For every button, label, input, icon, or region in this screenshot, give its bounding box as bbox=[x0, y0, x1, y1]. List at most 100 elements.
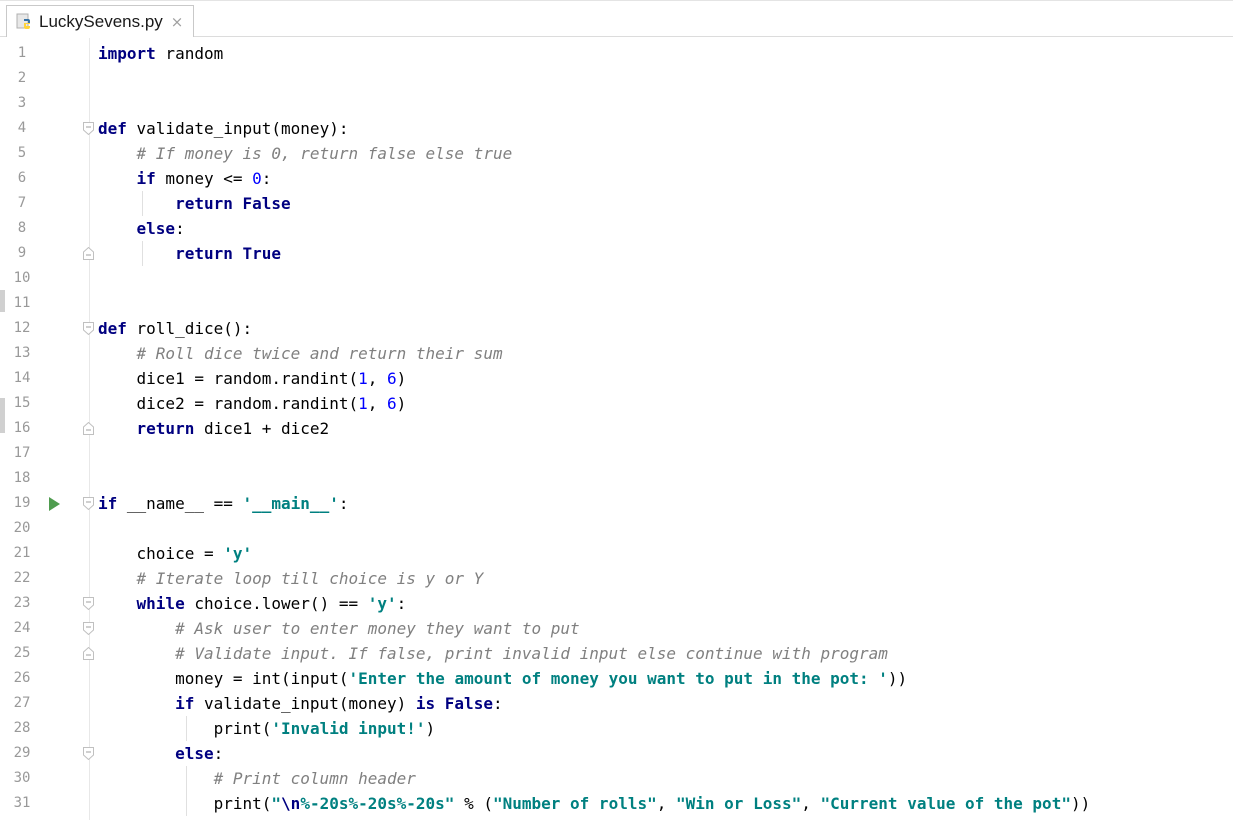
code-line[interactable]: 7 return False bbox=[0, 191, 1233, 216]
code-token: else bbox=[136, 219, 176, 238]
code-token: : bbox=[261, 169, 272, 188]
code-line[interactable]: 3 bbox=[0, 91, 1233, 116]
line-number: 1 bbox=[17, 45, 27, 61]
code-token: 0 bbox=[252, 169, 262, 188]
tab-label: LuckySevens.py bbox=[39, 11, 163, 31]
code-line[interactable]: 26 money = int(input('Enter the amount o… bbox=[0, 666, 1233, 691]
code-token: : bbox=[492, 694, 503, 713]
code-line[interactable]: 11 bbox=[0, 291, 1233, 316]
tab-luckysevens[interactable]: LuckySevens.py × bbox=[6, 5, 194, 37]
code-token: if bbox=[98, 494, 118, 513]
code-line[interactable]: 4 def validate_input(money): bbox=[0, 116, 1233, 141]
code-text: # Print column header bbox=[98, 766, 416, 791]
fold-open-icon[interactable] bbox=[83, 322, 94, 335]
code-token: 'y' bbox=[223, 544, 253, 563]
editor-tab-bar: LuckySevens.py × bbox=[0, 0, 1233, 37]
code-token: 'Enter the amount of money you want to p… bbox=[348, 669, 888, 688]
code-line[interactable]: 24 # Ask user to enter money they want t… bbox=[0, 616, 1233, 641]
code-line[interactable]: 23 while choice.lower() == 'y': bbox=[0, 591, 1233, 616]
code-token: ) bbox=[396, 394, 407, 413]
code-line[interactable]: 6 if money <= 0: bbox=[0, 166, 1233, 191]
code-line[interactable]: 16 return dice1 + dice2 bbox=[0, 416, 1233, 441]
code-token: ) bbox=[425, 719, 436, 738]
code-token: \n bbox=[281, 794, 301, 813]
code-line[interactable]: 8 else: bbox=[0, 216, 1233, 241]
indent-guide bbox=[185, 766, 187, 816]
indent-guide bbox=[185, 716, 187, 741]
fold-open-icon[interactable] bbox=[83, 747, 94, 760]
code-token: def bbox=[98, 319, 127, 338]
code-token: return bbox=[136, 419, 195, 438]
code-token: 6 bbox=[387, 369, 397, 388]
code-line[interactable]: 21 choice = 'y' bbox=[0, 541, 1233, 566]
code-text: return False bbox=[98, 191, 291, 216]
code-line[interactable]: 20 bbox=[0, 516, 1233, 541]
code-text: # Validate input. If false, print invali… bbox=[98, 641, 888, 666]
line-number: 27 bbox=[13, 695, 31, 711]
code-line[interactable]: 18 bbox=[0, 466, 1233, 491]
fold-open-icon[interactable] bbox=[83, 622, 94, 635]
line-number: 30 bbox=[13, 770, 31, 786]
code-token: print bbox=[213, 794, 262, 813]
code-token: 'y' bbox=[367, 594, 397, 613]
fold-end-icon[interactable] bbox=[83, 647, 94, 660]
code-editor[interactable]: 1 import random 2 3 4 def validate_input(mone… bbox=[0, 41, 1233, 816]
code-line[interactable]: 10 bbox=[0, 266, 1233, 291]
code-text: def validate_input(money): bbox=[98, 116, 348, 141]
code-line[interactable]: 27 if validate_input(money) is False: bbox=[0, 691, 1233, 716]
code-token: "Number of rolls" bbox=[492, 794, 657, 813]
line-number: 23 bbox=[13, 595, 31, 611]
code-text: if money <= 0: bbox=[98, 166, 272, 191]
line-number: 13 bbox=[13, 345, 31, 361]
code-token: choice = bbox=[98, 544, 224, 563]
code-token: , bbox=[367, 394, 387, 413]
code-line[interactable]: 2 bbox=[0, 66, 1233, 91]
fold-end-icon[interactable] bbox=[83, 247, 94, 260]
code-token: return False bbox=[175, 194, 291, 213]
code-line[interactable]: 5 # If money is 0, return false else tru… bbox=[0, 141, 1233, 166]
run-gutter-icon[interactable] bbox=[49, 497, 60, 511]
line-number: 7 bbox=[17, 195, 27, 211]
code-token: if bbox=[136, 169, 156, 188]
code-token: )) bbox=[1070, 794, 1091, 813]
code-line[interactable]: 15 dice2 = random.randint(1, 6) bbox=[0, 391, 1233, 416]
code-line[interactable]: 29 else: bbox=[0, 741, 1233, 766]
code-text: if validate_input(money) is False: bbox=[98, 691, 503, 716]
line-number: 24 bbox=[13, 620, 31, 636]
indent-guide bbox=[141, 241, 143, 266]
code-line[interactable]: 22 # Iterate loop till choice is y or Y bbox=[0, 566, 1233, 591]
code-token: %-20s%-20s%-20s" bbox=[300, 794, 455, 813]
line-number: 22 bbox=[13, 570, 31, 586]
fold-open-icon[interactable] bbox=[83, 497, 94, 510]
code-token: while bbox=[136, 594, 185, 613]
code-line[interactable]: 9 return True bbox=[0, 241, 1233, 266]
code-line[interactable]: 17 bbox=[0, 441, 1233, 466]
code-line[interactable]: 1 import random bbox=[0, 41, 1233, 66]
code-token: 1 bbox=[358, 394, 368, 413]
code-text: import random bbox=[98, 41, 223, 66]
fold-open-icon[interactable] bbox=[83, 597, 94, 610]
code-token: # Roll dice twice and return their sum bbox=[136, 344, 503, 363]
code-line[interactable]: 25 # Validate input. If false, print inv… bbox=[0, 641, 1233, 666]
fold-end-icon[interactable] bbox=[83, 422, 94, 435]
code-line[interactable]: 19 if __name__ == '__main__': bbox=[0, 491, 1233, 516]
code-text: # Roll dice twice and return their sum bbox=[98, 341, 503, 366]
code-text: choice = 'y' bbox=[98, 541, 253, 566]
code-line[interactable]: 14 dice1 = random.randint(1, 6) bbox=[0, 366, 1233, 391]
code-token: 1 bbox=[358, 369, 368, 388]
fold-open-icon[interactable] bbox=[83, 122, 94, 135]
code-line[interactable]: 13 # Roll dice twice and return their su… bbox=[0, 341, 1233, 366]
code-text: while choice.lower() == 'y': bbox=[98, 591, 407, 616]
code-line[interactable]: 12 def roll_dice(): bbox=[0, 316, 1233, 341]
code-token: dice1 + dice2 bbox=[194, 419, 330, 438]
close-icon[interactable]: × bbox=[171, 13, 184, 31]
line-number: 2 bbox=[17, 70, 27, 86]
